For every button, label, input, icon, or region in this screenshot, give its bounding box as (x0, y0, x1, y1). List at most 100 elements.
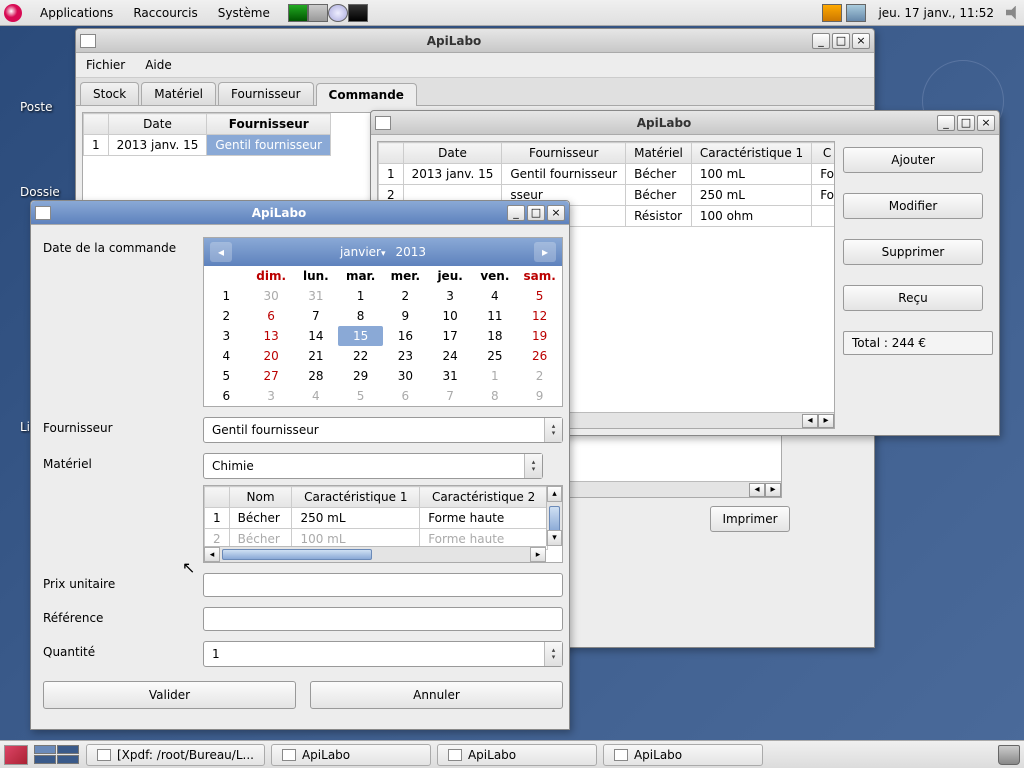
materiel-combo[interactable]: Chimie (203, 453, 543, 479)
cal-day[interactable]: 5 (517, 286, 562, 306)
tray-app-icon[interactable] (822, 4, 842, 22)
cal-day[interactable]: 2 (383, 286, 428, 306)
close-button[interactable]: × (852, 33, 870, 49)
menu-fichier[interactable]: Fichier (84, 55, 127, 75)
minimize-button[interactable]: _ (812, 33, 830, 49)
cal-day[interactable]: 19 (517, 326, 562, 346)
col-fournisseur[interactable]: Fournisseur (207, 114, 331, 135)
col-date[interactable]: Date (403, 143, 502, 164)
tab-materiel[interactable]: Matériel (141, 82, 216, 105)
cal-day[interactable]: 8 (473, 386, 518, 406)
col-nom[interactable]: Nom (229, 487, 292, 508)
annuler-button[interactable]: Annuler (310, 681, 563, 709)
table-row[interactable]: 1Bécher250 mLForme haute (205, 508, 548, 529)
scroll-up-icon[interactable]: ▴ (547, 486, 562, 502)
col-c1[interactable]: Caractéristique 1 (292, 487, 420, 508)
menu-applications[interactable]: Applications (30, 6, 123, 20)
scroll-right-icon[interactable]: ▸ (818, 414, 834, 428)
tab-fournisseur[interactable]: Fournisseur (218, 82, 314, 105)
cal-day[interactable]: 9 (517, 386, 562, 406)
cal-day[interactable]: 25 (473, 346, 518, 366)
cal-day[interactable]: 30 (383, 366, 428, 386)
vscrollbar[interactable]: ▴▾ (546, 486, 562, 546)
cal-day[interactable]: 15 (338, 326, 383, 346)
col-date[interactable]: Date (108, 114, 207, 135)
cal-day[interactable]: 18 (473, 326, 518, 346)
cal-day[interactable]: 14 (294, 326, 339, 346)
scroll-thumb[interactable] (549, 506, 560, 532)
maximize-button[interactable]: □ (957, 115, 975, 131)
cal-day[interactable]: 3 (428, 286, 473, 306)
cal-day[interactable]: 28 (294, 366, 339, 386)
cal-day[interactable]: 13 (249, 326, 294, 346)
cal-day[interactable]: 8 (338, 306, 383, 326)
menu-systeme[interactable]: Système (208, 6, 280, 20)
close-button[interactable]: × (977, 115, 995, 131)
volume-icon[interactable] (1006, 6, 1020, 20)
table-row[interactable]: 12013 janv. 15Gentil fournisseurBécher10… (379, 164, 836, 185)
cal-day[interactable]: 27 (249, 366, 294, 386)
prix-input[interactable] (203, 573, 563, 597)
cal-day[interactable]: 31 (428, 366, 473, 386)
cal-day[interactable]: 4 (473, 286, 518, 306)
tab-stock[interactable]: Stock (80, 82, 139, 105)
tab-commande[interactable]: Commande (316, 83, 417, 106)
valider-button[interactable]: Valider (43, 681, 296, 709)
spin-arrow-icon[interactable] (544, 642, 562, 666)
task-button[interactable]: [Xpdf: /root/Bureau/L... (86, 744, 265, 766)
cal-day[interactable]: 22 (338, 346, 383, 366)
supprimer-button[interactable]: Supprimer (843, 239, 983, 265)
scroll-left-icon[interactable]: ◂ (204, 547, 220, 562)
scroll-down-icon[interactable]: ▾ (547, 530, 562, 546)
col-fournisseur[interactable]: Fournisseur (502, 143, 626, 164)
col-carac1[interactable]: Caractéristique 1 (691, 143, 811, 164)
combo-arrow-icon[interactable] (544, 418, 562, 442)
titlebar-main[interactable]: ApiLabo _ □ × (76, 29, 874, 53)
scroll-right-icon[interactable]: ▸ (530, 547, 546, 562)
cal-day[interactable]: 31 (294, 286, 339, 306)
sysmon-icon[interactable] (288, 4, 308, 22)
fournisseur-combo[interactable]: Gentil fournisseur (203, 417, 563, 443)
col-c2[interactable]: Caractéristique 2 (420, 487, 548, 508)
close-button[interactable]: × (547, 205, 565, 221)
cal-day[interactable]: 24 (428, 346, 473, 366)
scroll-left-icon[interactable]: ◂ (802, 414, 818, 428)
titlebar-dialog[interactable]: ApiLabo _ □ × (31, 201, 569, 225)
show-desktop-icon[interactable] (4, 745, 28, 765)
cal-day[interactable]: 7 (294, 306, 339, 326)
workspace-switcher[interactable] (34, 745, 80, 765)
combo-arrow-icon[interactable] (524, 454, 542, 478)
cal-day[interactable]: 1 (338, 286, 383, 306)
modifier-button[interactable]: Modifier (843, 193, 983, 219)
cal-day[interactable]: 1 (473, 366, 518, 386)
clock[interactable]: jeu. 17 janv., 11:52 (870, 6, 1002, 20)
cal-day[interactable]: 3 (249, 386, 294, 406)
ajouter-button[interactable]: Ajouter (843, 147, 983, 173)
cal-year[interactable]: 2013 (396, 245, 427, 259)
network-icon[interactable] (846, 4, 866, 22)
browser-icon[interactable] (328, 4, 348, 22)
minimize-button[interactable]: _ (937, 115, 955, 131)
cal-day[interactable]: 26 (517, 346, 562, 366)
cal-day[interactable]: 30 (249, 286, 294, 306)
cal-day[interactable]: 9 (383, 306, 428, 326)
cal-day[interactable]: 4 (294, 386, 339, 406)
cal-day[interactable]: 20 (249, 346, 294, 366)
scroll-left-icon[interactable]: ◂ (749, 483, 765, 497)
cal-month[interactable]: janvier▾ (340, 245, 386, 259)
cal-prev-icon[interactable]: ◂ (210, 242, 232, 262)
cal-day[interactable]: 23 (383, 346, 428, 366)
scroll-thumb[interactable] (222, 549, 372, 560)
scroll-right-icon[interactable]: ▸ (765, 483, 781, 497)
cal-day[interactable]: 7 (428, 386, 473, 406)
terminal-icon[interactable] (348, 4, 368, 22)
cal-day[interactable]: 29 (338, 366, 383, 386)
trash-icon[interactable] (998, 745, 1020, 765)
cal-day[interactable]: 21 (294, 346, 339, 366)
cal-day[interactable]: 17 (428, 326, 473, 346)
cal-day[interactable]: 5 (338, 386, 383, 406)
cal-day[interactable]: 2 (517, 366, 562, 386)
cal-day[interactable]: 16 (383, 326, 428, 346)
hscrollbar[interactable]: ◂▸ (204, 546, 546, 562)
recu-button[interactable]: Reçu (843, 285, 983, 311)
